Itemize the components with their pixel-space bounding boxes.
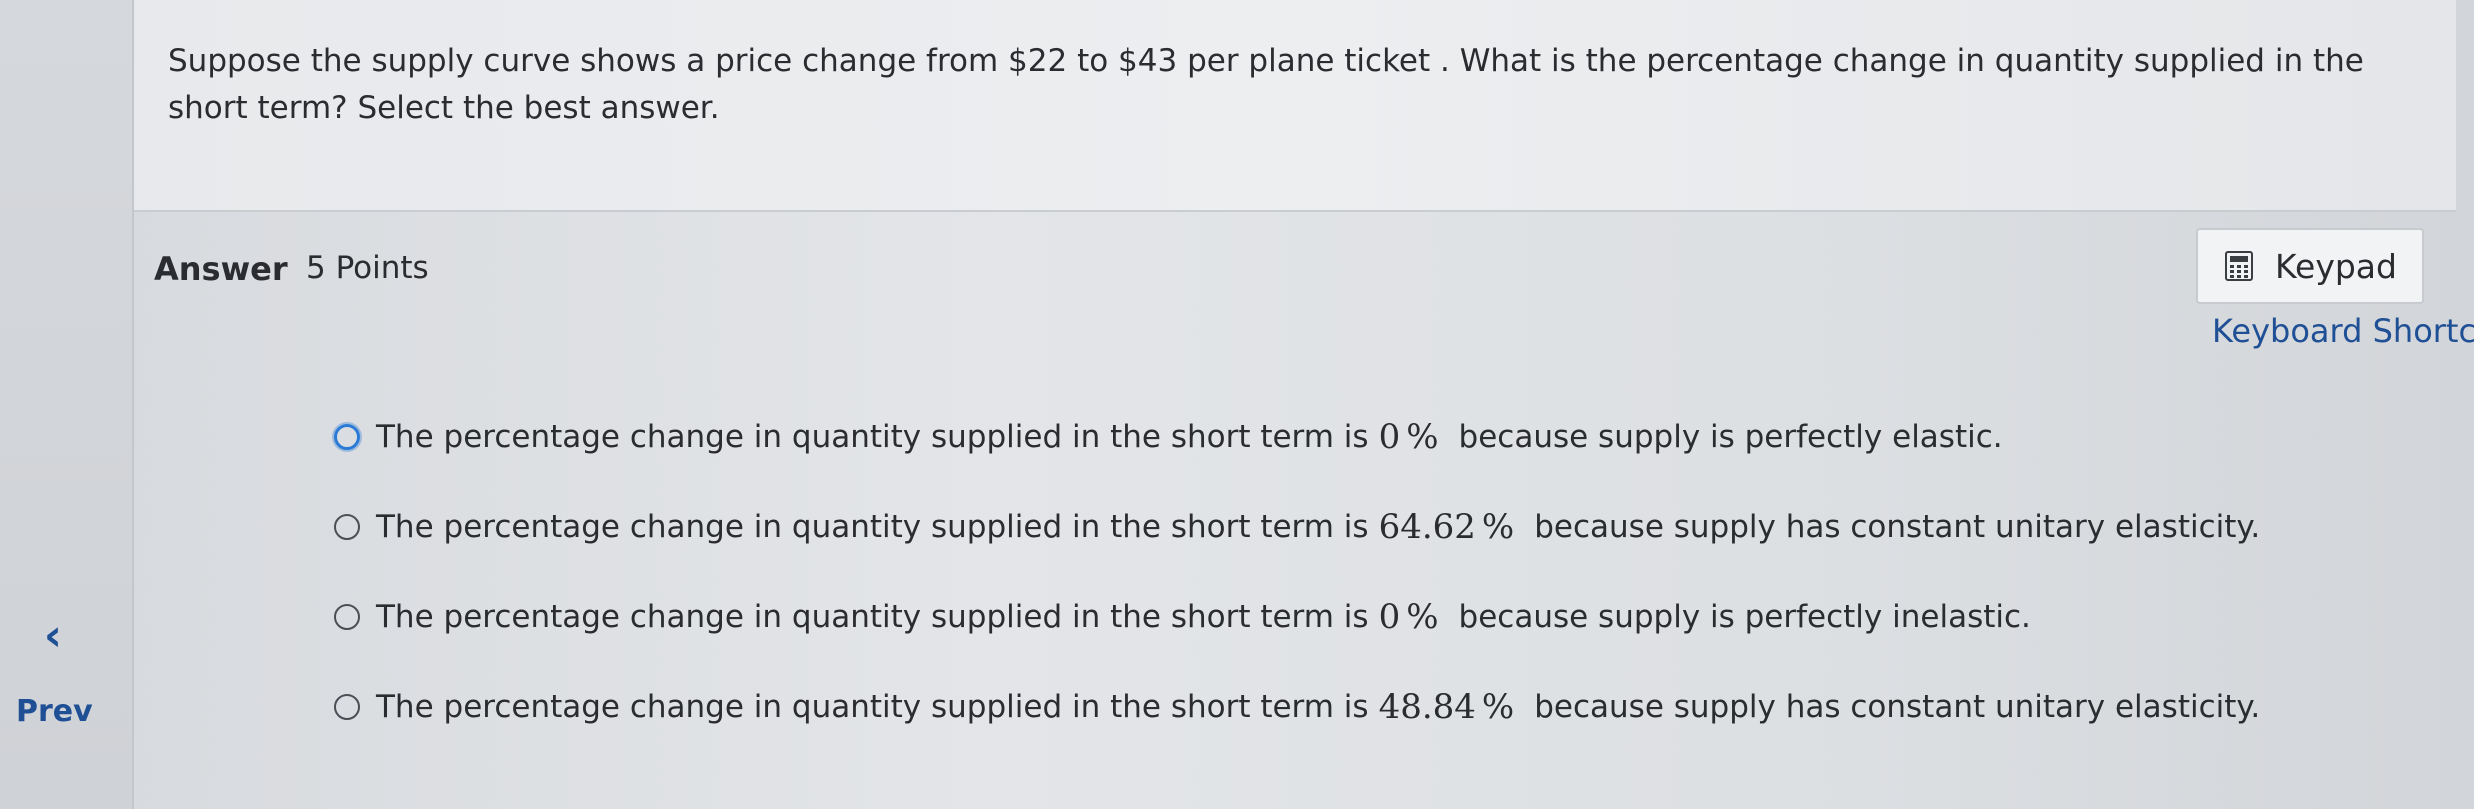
radio-button[interactable] (334, 694, 360, 720)
option-unit: % (1481, 687, 1515, 727)
option-prefix: The percentage change in quantity suppli… (376, 689, 1369, 725)
answer-label: Answer (154, 250, 288, 288)
keyboard-shortcuts-link[interactable]: Keyboard Shortcuts (2212, 312, 2474, 350)
radio-button[interactable] (334, 514, 360, 540)
option-value: 0 (1378, 417, 1401, 457)
option-prefix: The percentage change in quantity suppli… (376, 419, 1369, 455)
option-unit: % (1406, 417, 1439, 457)
answer-option-1[interactable]: The percentage change in quantity suppli… (334, 412, 2003, 462)
option-unit: % (1406, 597, 1439, 637)
option-unit: % (1481, 507, 1515, 547)
keypad-label: Keypad (2275, 246, 2397, 286)
option-suffix: because supply is perfectly elastic. (1458, 419, 2003, 455)
option-value: 0 (1378, 597, 1401, 637)
answer-option-2[interactable]: The percentage change in quantity suppli… (334, 502, 2260, 552)
question-panel: Suppose the supply curve shows a price c… (134, 0, 2456, 212)
prev-button[interactable]: Prev (16, 694, 93, 729)
option-prefix: The percentage change in quantity suppli… (376, 599, 1369, 635)
option-suffix: because supply has constant unitary elas… (1534, 689, 2261, 725)
option-value: 48.84 (1378, 687, 1476, 727)
points-label: 5 Points (306, 250, 429, 286)
question-text: Suppose the supply curve shows a price c… (168, 43, 2364, 126)
left-nav-rail: ‹ Prev (0, 0, 134, 809)
keypad-button[interactable]: Keypad (2196, 228, 2424, 304)
answer-option-4[interactable]: The percentage change in quantity suppli… (334, 682, 2260, 732)
radio-button[interactable] (334, 604, 360, 630)
option-value: 64.62 (1378, 507, 1476, 547)
option-suffix: because supply has constant unitary elas… (1534, 509, 2261, 545)
option-prefix: The percentage change in quantity suppli… (376, 509, 1369, 545)
question-content: Suppose the supply curve shows a price c… (134, 0, 2474, 809)
answer-option-3[interactable]: The percentage change in quantity suppli… (334, 592, 2031, 642)
option-suffix: because supply is perfectly inelastic. (1458, 599, 2031, 635)
calculator-icon (2225, 251, 2254, 281)
chevron-left-icon[interactable]: ‹ (36, 612, 70, 660)
radio-button[interactable] (334, 424, 360, 450)
